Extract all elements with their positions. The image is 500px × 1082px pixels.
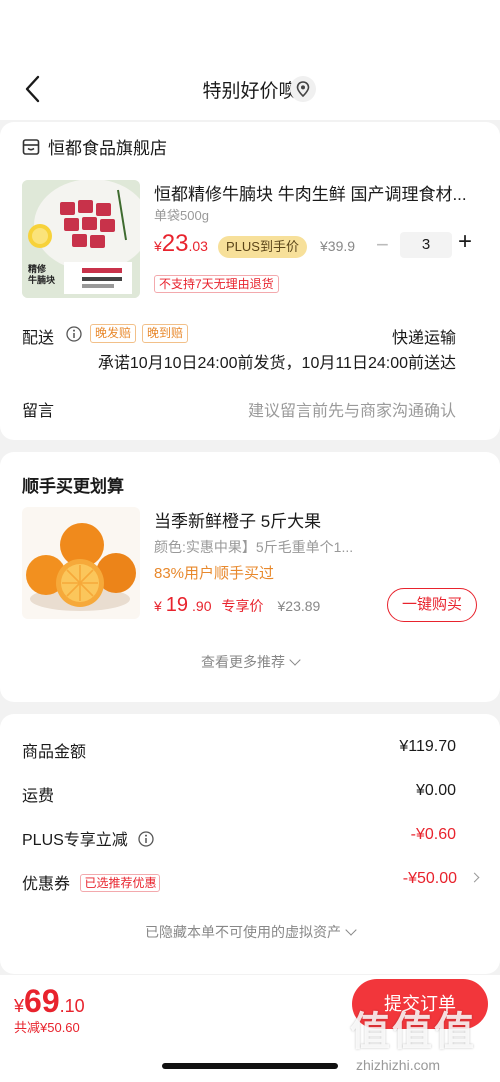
- recommendation-card: 顺手买更划算 当季新鲜橙子 5斤大果 颜色:实惠中果】5斤毛重单个1... 83…: [0, 452, 500, 702]
- more-recommendations-link[interactable]: 查看更多推荐: [0, 652, 500, 672]
- recommendation-image[interactable]: [22, 507, 140, 619]
- quantity-input[interactable]: 3: [400, 232, 452, 258]
- recommendation-name[interactable]: 当季新鲜橙子 5斤大果: [154, 507, 321, 532]
- recommendation-spec: 颜色:实惠中果】5斤毛重单个1...: [154, 539, 354, 555]
- delivery-label: 配送: [22, 330, 55, 347]
- total-savings: 共减¥50.60: [14, 1020, 80, 1035]
- price-summary-card: 商品金额 ¥119.70 运费 ¥0.00 PLUS专享立减 -¥0.60 优惠…: [0, 714, 500, 974]
- hidden-assets-toggle[interactable]: 已隐藏本单不可使用的虚拟资产: [0, 922, 500, 942]
- delivery-promise: 承诺10月10日24:00前发货，10月11日24:00前送达: [97, 355, 456, 372]
- product-price: ¥ 23 .03: [154, 230, 208, 257]
- order-item-card: 恒都食品旗舰店 精修 牛腩块 恒都精修牛腩块 牛肉生鲜 国产调理食材... 单袋…: [0, 122, 500, 440]
- nav-bar: 特别好价噢: [0, 0, 500, 120]
- plus-price-tag: PLUS到手价: [218, 236, 307, 258]
- late-arrival-compensation-tag: 晚到赔: [142, 324, 189, 343]
- recommendation-original-price: ¥23.89: [277, 598, 321, 614]
- recommendation-buy-rate: 83%用户顺手买过: [154, 565, 275, 582]
- image-caption: 精修 牛腩块: [28, 264, 56, 285]
- quantity-decrease-button[interactable]: −: [376, 232, 389, 258]
- chevron-down-icon: [345, 924, 357, 936]
- store-row[interactable]: 恒都食品旗舰店: [22, 134, 167, 159]
- recommendation-title: 顺手买更划算: [22, 477, 124, 496]
- chevron-down-icon: [289, 654, 301, 666]
- home-indicator: [162, 1063, 338, 1069]
- coupon-selected-tag: 已选推荐优惠: [80, 874, 161, 892]
- return-policy-badge: 不支持7天无理由退货: [154, 275, 279, 293]
- message-label: 留言: [22, 403, 55, 420]
- location-pin-icon[interactable]: [290, 76, 316, 102]
- watermark-url: zhizhizhi.com: [356, 1057, 441, 1073]
- total-price: ¥ 69 .10: [14, 983, 85, 1019]
- page-title: 特别好价噢: [202, 81, 298, 102]
- one-click-buy-button[interactable]: 一键购买: [387, 588, 477, 622]
- checkout-bar: ¥ 69 .10 共减¥50.60 提交订单 值值值 zhizhizhi.com: [0, 975, 500, 1082]
- watermark: 值值值: [350, 1010, 476, 1054]
- late-ship-compensation-tag: 晚发赔: [90, 324, 137, 343]
- delivery-method[interactable]: 快递运输: [392, 324, 456, 348]
- info-icon[interactable]: [138, 831, 154, 847]
- store-name: 恒都食品旗舰店: [48, 139, 167, 158]
- quantity-increase-button[interactable]: +: [458, 228, 472, 256]
- product-name[interactable]: 恒都精修牛腩块 牛肉生鲜 国产调理食材...: [154, 180, 474, 205]
- chevron-right-icon: [469, 872, 480, 883]
- product-spec: 单袋500g: [154, 208, 209, 223]
- message-input[interactable]: 建议留言前先与商家沟通确认: [248, 397, 456, 421]
- original-price: ¥39.9: [320, 238, 356, 254]
- recommendation-price: ¥ 19 .90 专享价 ¥23.89: [154, 594, 321, 616]
- store-icon: [22, 138, 40, 155]
- info-icon[interactable]: [66, 326, 82, 342]
- product-image[interactable]: 精修 牛腩块: [22, 180, 140, 298]
